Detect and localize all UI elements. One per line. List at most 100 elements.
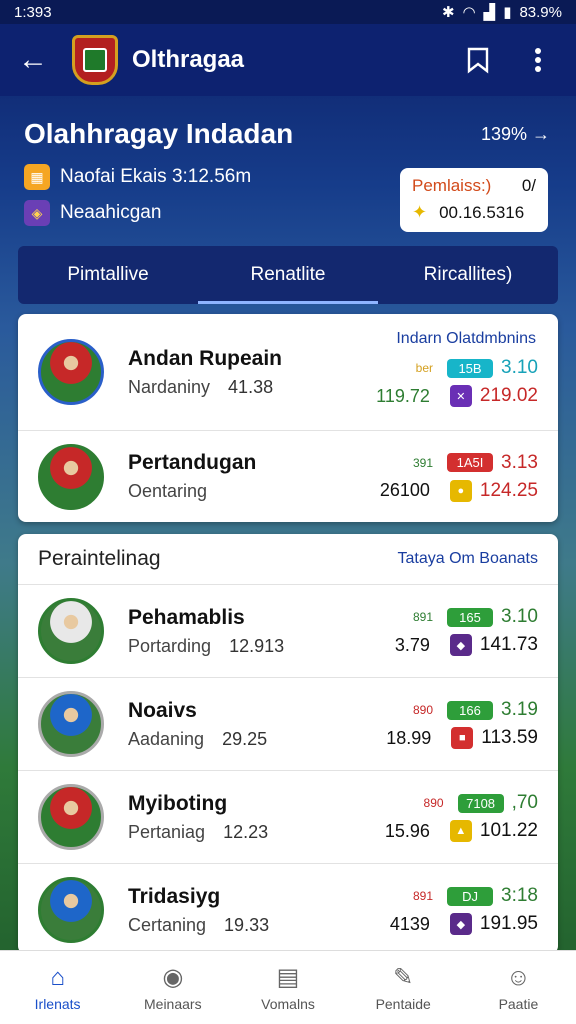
odds-square-icon: ◆ xyxy=(449,634,472,656)
odds-square-icon: ▲ xyxy=(449,820,472,842)
item-sub: Nardaniny 41.38 xyxy=(128,376,274,397)
badge-value: 0/ xyxy=(521,176,536,195)
odds-big: 3.19 xyxy=(501,699,538,720)
odds-square-icon: ◆ xyxy=(449,913,472,935)
nav-matches[interactable]: ◉ Meinaars xyxy=(115,951,230,1024)
item-name: Tridasiyg xyxy=(128,884,221,908)
odds-small: 891 xyxy=(412,610,434,624)
odds-block: Indarn Olatdmbnins ber 15B 3.10 119.72 ✕… xyxy=(368,330,538,410)
item-name: Myiboting xyxy=(128,791,228,815)
people-icon: ☺ xyxy=(506,963,531,991)
list-item[interactable]: Tridasiyg Certaning 19.33 891 DJ 3:18 413… xyxy=(18,863,558,954)
battery-icon: ▮ xyxy=(503,4,512,21)
item-name: Andan Rupeain xyxy=(128,346,283,370)
tab-rircallites[interactable]: Rircallites) xyxy=(378,246,558,304)
back-arrow-icon[interactable]: ← xyxy=(18,43,60,77)
card-header: Peraintelinag Tataya Om Boanats xyxy=(18,534,558,584)
odds-right: 124.25 xyxy=(479,479,538,501)
odds-block: 890 166 3.19 18.99 ■ 113.59 xyxy=(368,696,538,752)
odds-right: 101.22 xyxy=(479,820,538,841)
tab-bar: Pimtallive Renatlite Rircallites) xyxy=(18,246,558,304)
avatar xyxy=(38,598,104,664)
odds-pill[interactable]: 166 xyxy=(447,700,494,720)
item-sub: Oentaring xyxy=(128,481,208,501)
nav-news[interactable]: ▤ Vomalns xyxy=(230,951,345,1024)
odds-pill[interactable]: 165 xyxy=(447,607,494,627)
tab-renatlite[interactable]: Renatlite xyxy=(198,246,378,304)
item-name: Pertandugan xyxy=(128,451,257,474)
wifi-icon: ◠ xyxy=(462,4,476,21)
item-sub: Aadaning 29.25 xyxy=(128,728,268,749)
odds-left: 18.99 xyxy=(386,727,432,748)
status-icons: ✱ ◠ ▟ ▮ 83.9% xyxy=(441,3,562,22)
list-item[interactable]: Pehamablis Portarding 12.913 891 165 3.10… xyxy=(18,584,558,677)
list-item[interactable]: Myiboting Pertaniag 12.23 890 7108 ,70 15… xyxy=(18,770,558,863)
odds-big: 3.10 xyxy=(501,357,538,378)
item-sub: Portarding 12.913 xyxy=(128,635,285,656)
club-logo xyxy=(72,35,118,85)
odds-big: ,70 xyxy=(511,792,538,813)
edit-icon: ✎ xyxy=(393,964,414,991)
avatar xyxy=(38,443,104,510)
home-icon: ⌂ xyxy=(50,963,65,991)
item-name: Noaivs xyxy=(128,698,197,722)
tab-pimtallive[interactable]: Pimtallive xyxy=(18,246,198,304)
more-vertical-icon[interactable] xyxy=(518,40,558,80)
ball-icon: ◉ xyxy=(162,964,184,991)
odds-pill[interactable]: 15B xyxy=(447,358,494,378)
page-title: Olahhragay Indadan xyxy=(24,118,294,149)
odds-big: 3.10 xyxy=(501,606,538,627)
odds-block: 391 1A5I 3.13 26100 ● 124.25 xyxy=(368,449,538,505)
odds-small: 391 xyxy=(412,455,434,470)
odds-small: 890 xyxy=(423,796,444,810)
nav-label: Paatie xyxy=(498,995,539,1012)
item-sub: Pertaniag 12.23 xyxy=(128,821,269,842)
odds-right: 219.02 xyxy=(479,385,538,406)
card1-header-right[interactable]: Indarn Olatdmbnins xyxy=(396,330,536,348)
odds-small: 891 xyxy=(412,889,434,903)
odds-right: 191.95 xyxy=(479,913,538,934)
nav-label: Pentaide xyxy=(375,996,431,1012)
odds-left: 3.79 xyxy=(394,634,430,655)
nav-people[interactable]: ☺ Paatie xyxy=(461,951,576,1024)
calendar-icon: ▦ xyxy=(24,164,50,190)
avatar xyxy=(38,691,104,757)
odds-left: 4139 xyxy=(389,913,430,934)
avatar xyxy=(38,784,104,850)
app-title: Olthragaa xyxy=(132,46,245,73)
status-time: 1:393 xyxy=(14,3,52,21)
list-item[interactable]: Pertandugan Oentaring 391 1A5I 3.13 2610… xyxy=(18,430,558,522)
list-item[interactable]: Noaivs Aadaning 29.25 890 166 3.19 18.99 … xyxy=(18,677,558,770)
nav-edit[interactable]: ✎ Pentaide xyxy=(346,951,461,1024)
nav-label: Irlenats xyxy=(34,995,81,1012)
item-sub: Certaning 19.33 xyxy=(128,914,270,935)
featured-card: Andan Rupeain Nardaniny 41.38 Indarn Olat… xyxy=(18,314,558,522)
card-header-link[interactable]: Tataya Om Boanats xyxy=(397,550,538,568)
avatar xyxy=(38,339,104,405)
card-header-title: Peraintelinag xyxy=(38,547,161,570)
odds-left: 26100 xyxy=(379,480,430,500)
hero-link[interactable]: 139% → xyxy=(481,124,550,145)
odds-small: ber xyxy=(415,361,434,375)
app-bar: ← Olthragaa xyxy=(0,24,576,96)
hero-section: Olahhragay Indadan 139% → ▦ Naofai Ekais… xyxy=(0,96,576,246)
odds-pill[interactable]: 1A5I xyxy=(447,453,494,472)
odds-square-icon: ■ xyxy=(451,727,474,749)
bookmark-icon[interactable] xyxy=(458,40,498,80)
battery-percent: 83.9% xyxy=(519,3,562,21)
points-badge[interactable]: Pemlaiss:) 0/ ✦ 00.16.5316 xyxy=(400,168,548,232)
odds-right: 113.59 xyxy=(481,727,538,748)
odds-left: 15.96 xyxy=(384,820,430,841)
list-item[interactable]: Andan Rupeain Nardaniny 41.38 Indarn Olat… xyxy=(18,314,558,430)
bluetooth-icon: ✱ xyxy=(441,4,455,21)
odds-big: 3.13 xyxy=(501,451,538,473)
odds-pill[interactable]: DJ xyxy=(447,886,494,906)
news-icon: ▤ xyxy=(276,964,300,991)
matches-card: Peraintelinag Tataya Om Boanats Pehamabl… xyxy=(18,534,558,954)
item-name: Pehamablis xyxy=(128,605,245,629)
badge-amount: 00.16.5316 xyxy=(439,202,525,222)
odds-right: 141.73 xyxy=(479,634,538,655)
odds-left: 119.72 xyxy=(376,385,430,406)
nav-home[interactable]: ⌂ Irlenats xyxy=(0,951,115,1024)
odds-pill[interactable]: 7108 xyxy=(457,793,504,813)
